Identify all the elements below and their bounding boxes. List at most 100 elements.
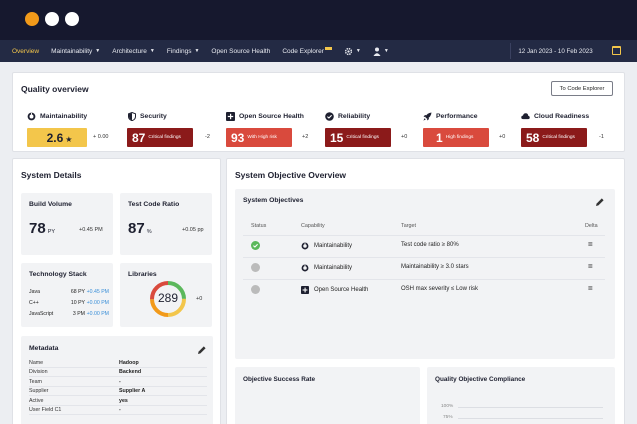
kpi-osh-value: 93	[231, 130, 245, 145]
kpi-maintainability[interactable]: Maintainability 2.6 ★ + 0.00	[27, 110, 127, 147]
tech-name: JavaScript	[29, 311, 54, 317]
window-dot-orange[interactable]	[25, 12, 39, 26]
nav-architecture-label: Architecture	[112, 47, 147, 55]
test-code-ratio-box: Test Code Ratio 87% +0.05 pp	[120, 193, 212, 255]
kpi-security-label: Security	[140, 112, 167, 120]
metadata-value: -	[119, 378, 121, 385]
star-icon: ★	[65, 134, 73, 144]
nav-overview[interactable]: Overview	[6, 40, 45, 62]
metadata-value: -	[119, 407, 121, 414]
nav-maintainability[interactable]: Maintainability ▼	[45, 40, 106, 62]
metadata-row-user-field: User Field C1 -	[29, 407, 207, 415]
nav-overview-label: Overview	[12, 47, 40, 55]
edit-pencil-icon[interactable]	[595, 197, 605, 207]
date-range-picker[interactable]: 12 Jan 2023 - 10 Feb 2023	[510, 43, 600, 59]
tech-name: Java	[29, 289, 40, 295]
to-code-explorer-button[interactable]: To Code Explorer	[551, 81, 613, 96]
kpi-security[interactable]: Security 87 Critical findings -2	[127, 110, 227, 147]
quality-overview-card: Quality overview To Code Explorer Mainta…	[12, 72, 625, 152]
system-objectives-panel: System Objectives Status Capability Targ…	[235, 189, 615, 359]
test-code-ratio-unit: %	[146, 229, 152, 235]
chevron-down-icon: ▼	[355, 48, 361, 54]
kpi-reliability-delta: +0	[401, 134, 408, 140]
kpi-maintainability-value: 2.6	[46, 130, 64, 145]
gauge-icon	[301, 242, 309, 250]
top-navbar: Overview Maintainability ▼ Architecture ▼ …	[0, 40, 637, 62]
objective-row[interactable]: Maintainability Maintainability ≥ 3.0 st…	[243, 257, 605, 277]
nav-code-explorer[interactable]: Code Explorer	[276, 40, 338, 62]
objective-target: OSH max severity ≤ Low risk	[401, 286, 478, 292]
nav-findings[interactable]: Findings ▼	[161, 40, 206, 62]
calendar-icon[interactable]	[612, 46, 621, 55]
metadata-key: Name	[29, 359, 44, 366]
objective-row[interactable]: Open Source Health OSH max severity ≤ Lo…	[243, 279, 605, 299]
column-status: Status	[251, 223, 267, 229]
libraries-box: Libraries 289 +0	[120, 263, 212, 327]
kpi-open-source-health[interactable]: Open Source Health 93 With High risk +2	[226, 110, 326, 147]
system-details-title: System Details	[21, 170, 82, 180]
objective-target: Test code ratio ≥ 80%	[401, 242, 459, 248]
metadata-key: User Field C1	[29, 407, 62, 414]
objective-delta: =	[588, 262, 593, 271]
tech-delta: +0.00 PM	[86, 311, 109, 317]
metadata-key: Supplier	[29, 388, 49, 395]
kpi-cloud-box: 58 Critical findings	[521, 128, 587, 147]
kpi-security-value: 87	[132, 130, 146, 145]
column-delta: Delta	[585, 223, 598, 229]
metadata-row-team: Team -	[29, 378, 207, 387]
kpi-security-box: 87 Critical findings	[127, 128, 193, 147]
kpi-reliability-box: 15 Critical findings	[325, 128, 391, 147]
nav-settings[interactable]: ▼	[338, 40, 367, 62]
system-objective-overview-card: System Objective Overview System Objecti…	[226, 158, 625, 424]
kpi-security-suffix: Critical findings	[148, 135, 181, 140]
plus-box-icon	[301, 286, 309, 294]
tech-row-java: Java 68 PY +0.45 PM	[29, 289, 109, 295]
kpi-performance[interactable]: Performance 1 High findings +0	[423, 110, 523, 147]
objective-row[interactable]: Maintainability Test code ratio ≥ 80% =	[243, 235, 605, 255]
kpi-reliability[interactable]: Reliability 15 Critical findings +0	[325, 110, 425, 147]
window-dot-white-2[interactable]	[65, 12, 79, 26]
cloud-icon	[521, 112, 530, 121]
metadata-key: Team	[29, 378, 42, 385]
kpi-maintainability-delta: + 0.00	[93, 134, 109, 140]
kpi-performance-value: 1	[436, 130, 443, 145]
test-code-ratio-value: 87	[128, 220, 145, 237]
status-neutral-icon	[251, 263, 260, 272]
technology-stack-box: Technology Stack Java 68 PY +0.45 PM C++…	[21, 263, 113, 327]
quality-objective-compliance-title: Quality Objective Compliance	[435, 376, 526, 383]
tech-row-cpp: C++ 10 PY +0.00 PM	[29, 300, 109, 306]
date-range-label: 12 Jan 2023 - 10 Feb 2023	[518, 47, 593, 55]
metadata-value: Hadoop	[119, 359, 139, 366]
objective-capability: Maintainability	[314, 265, 353, 271]
column-target: Target	[401, 223, 416, 229]
metadata-value: Supplier A	[119, 388, 146, 395]
nav-open-source-health[interactable]: Open Source Health	[205, 40, 276, 62]
system-objective-overview-title: System Objective Overview	[235, 170, 347, 180]
build-volume-unit: PY	[47, 229, 56, 235]
nav-architecture[interactable]: Architecture ▼	[106, 40, 161, 62]
shield-icon	[127, 111, 136, 121]
kpi-osh-suffix: With High risk	[247, 135, 277, 140]
tech-value: 3 PM	[72, 311, 85, 317]
metadata-key: Division	[29, 369, 48, 376]
window-titlebar	[0, 0, 637, 40]
nav-open-source-health-label: Open Source Health	[211, 47, 271, 55]
kpi-cloud-value: 58	[526, 130, 540, 145]
metadata-key: Active	[29, 397, 44, 404]
kpi-osh-label: Open Source Health	[239, 112, 304, 120]
objective-capability: Maintainability	[314, 243, 353, 249]
kpi-cloud-suffix: Critical findings	[542, 135, 575, 140]
test-code-ratio-delta: +0.05 pp	[182, 227, 204, 233]
kpi-reliability-label: Reliability	[338, 112, 371, 120]
window-dot-white-1[interactable]	[45, 12, 59, 26]
system-objectives-title: System Objectives	[243, 197, 304, 204]
quality-objective-compliance-panel: Quality Objective Compliance 100% 75%	[427, 367, 615, 424]
nav-user[interactable]: ▼	[367, 40, 395, 62]
objective-delta: =	[588, 240, 593, 249]
build-volume-value: 78	[29, 220, 46, 237]
kpi-cloud-readiness[interactable]: Cloud Readiness 58 Critical findings -1	[521, 110, 621, 147]
libraries-label: Libraries	[128, 271, 157, 278]
edit-pencil-icon[interactable]	[197, 345, 207, 355]
kpi-osh-box: 93 With High risk	[226, 128, 292, 147]
chevron-down-icon: ▼	[95, 48, 101, 54]
